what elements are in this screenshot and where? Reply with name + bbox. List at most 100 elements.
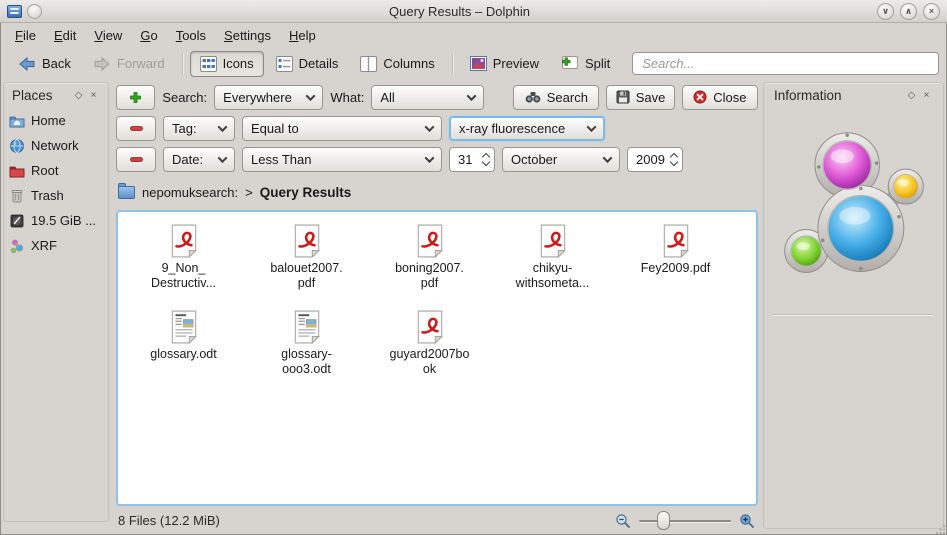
search-button[interactable]: Search (513, 84, 600, 110)
float-panel-icon[interactable]: ◇ (71, 88, 86, 103)
network-globe-icon (10, 138, 24, 153)
spinner-arrows-icon[interactable] (669, 152, 679, 166)
sidebar-item-xrf-tag[interactable]: XRF (7, 233, 105, 258)
close-button[interactable]: × (923, 2, 940, 20)
minimize-button[interactable]: ∨ (877, 2, 894, 20)
what-select[interactable]: All (371, 84, 485, 110)
file-item[interactable]: glossary.odt (122, 306, 245, 392)
date-criterion-row: Date: Less Than 31 October 2009 (116, 146, 758, 172)
chevron-down-icon (217, 152, 228, 163)
close-search-button[interactable]: Close (681, 84, 758, 110)
trash-icon (11, 189, 23, 202)
zoom-slider[interactable] (639, 511, 731, 530)
file-name: glossary- ooo3.odt (281, 347, 332, 377)
back-arrow-icon (19, 56, 35, 71)
pdf-file-icon (540, 224, 566, 258)
pdf-file-icon (663, 224, 689, 258)
menu-settings[interactable]: Settings (215, 25, 280, 46)
remove-criterion-button[interactable] (116, 115, 156, 141)
file-name: balouet2007. pdf (270, 261, 343, 291)
titlebar[interactable]: Query Results – Dolphin ∨ ∧ × (0, 0, 947, 23)
file-item[interactable]: glossary- ooo3.odt (245, 306, 368, 392)
tag-value-select[interactable]: x-ray fluorescence (449, 115, 605, 141)
tag-field-select[interactable]: Tag: (163, 115, 235, 141)
search-scope-select[interactable]: Everywhere (214, 84, 324, 110)
toolbar-separator (451, 52, 453, 75)
file-item[interactable]: guyard2007bo ok (368, 306, 491, 392)
remove-criterion-button[interactable] (116, 146, 156, 172)
file-view[interactable]: 9_Non_ Destructiv... balouet2007. pdf bo… (116, 210, 758, 506)
date-operator-select[interactable]: Less Than (242, 146, 442, 172)
sidebar-item-network[interactable]: Network (7, 133, 105, 158)
sidebar-item-home[interactable]: Home (7, 108, 105, 133)
place-label: XRF (31, 238, 57, 253)
breadcrumb-location[interactable]: Query Results (260, 185, 352, 200)
menu-help[interactable]: Help (280, 25, 325, 46)
dolphin-window: { "window": { "title": "Query Results – … (0, 0, 947, 535)
menu-go[interactable]: Go (131, 25, 166, 46)
icons-view-button[interactable]: Icons (189, 50, 264, 77)
file-item[interactable]: 9_Non_ Destructiv... (122, 220, 245, 306)
save-floppy-icon (616, 90, 630, 104)
zoom-out-icon[interactable] (615, 513, 631, 529)
file-item[interactable]: chikyu- withsometa... (491, 220, 614, 306)
folder-icon[interactable] (118, 182, 135, 199)
chevron-down-icon (424, 121, 435, 132)
plus-icon (130, 91, 142, 103)
month-select[interactable]: October (502, 146, 620, 172)
menu-file[interactable]: File (6, 25, 45, 46)
maximize-button[interactable]: ∧ (900, 2, 917, 20)
what-label: What: (330, 89, 365, 105)
menu-view[interactable]: View (85, 25, 131, 46)
menu-tools[interactable]: Tools (167, 25, 215, 46)
year-spinner[interactable]: 2009 (627, 146, 683, 172)
pdf-file-icon (294, 224, 320, 258)
breadcrumb-separator-icon: > (245, 184, 253, 200)
file-name: boning2007. pdf (395, 261, 464, 291)
pdf-file-icon (417, 310, 443, 344)
chevron-down-icon (305, 90, 316, 101)
binoculars-icon (525, 91, 541, 103)
window-resize-grip[interactable] (936, 524, 946, 534)
close-panel-icon[interactable]: × (86, 88, 101, 103)
spinner-arrows-icon[interactable] (481, 152, 491, 166)
search-scope-label: Search: (162, 89, 208, 105)
save-button[interactable]: Save (606, 84, 675, 110)
add-criterion-button[interactable] (116, 84, 156, 110)
places-panel-title: Places (12, 88, 53, 103)
back-button[interactable]: Back (8, 51, 81, 77)
sidebar-item-trash[interactable]: Trash (7, 183, 105, 208)
pin-window-button[interactable] (27, 3, 42, 19)
zoom-in-icon[interactable] (739, 513, 755, 529)
minus-icon (129, 125, 143, 131)
search-input[interactable] (632, 52, 939, 75)
details-view-button[interactable]: Details (266, 51, 349, 77)
close-panel-icon[interactable]: × (919, 88, 934, 103)
odt-file-icon (171, 310, 197, 344)
file-item[interactable]: Fey2009.pdf (614, 220, 737, 306)
chevron-down-icon (602, 152, 613, 163)
preview-icon (469, 56, 487, 71)
forward-button[interactable]: Forward (83, 51, 175, 77)
zoom-slider-handle[interactable] (657, 511, 670, 530)
home-folder-icon (9, 116, 25, 127)
chevron-down-icon (466, 90, 477, 101)
breadcrumb-protocol[interactable]: nepomuksearch: (142, 185, 238, 200)
menubar: File Edit View Go Tools Settings Help (0, 23, 947, 47)
file-name: glossary.odt (150, 347, 217, 361)
tag-operator-select[interactable]: Equal to (242, 115, 442, 141)
day-spinner[interactable]: 31 (449, 146, 495, 172)
float-panel-icon[interactable]: ◇ (904, 88, 919, 103)
menu-edit[interactable]: Edit (45, 25, 85, 46)
split-view-button[interactable]: Split (551, 51, 620, 77)
columns-view-button[interactable]: Columns (350, 51, 444, 77)
sidebar-item-disk[interactable]: 19.5 GiB ... (7, 208, 105, 233)
file-item[interactable]: boning2007. pdf (368, 220, 491, 306)
details-view-icon (275, 55, 293, 72)
date-field-select[interactable]: Date: (163, 146, 235, 172)
search-options-row: Search: Everywhere What: All Search Save… (116, 84, 758, 110)
sidebar-item-root[interactable]: Root (7, 158, 105, 183)
preview-toggle-button[interactable]: Preview (460, 51, 549, 76)
zoom-slider-track[interactable] (639, 520, 731, 522)
file-item[interactable]: balouet2007. pdf (245, 220, 368, 306)
